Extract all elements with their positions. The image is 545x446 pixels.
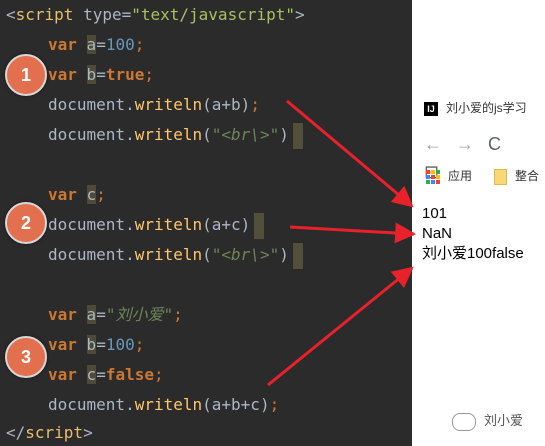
watermark: 刘小爱	[452, 410, 523, 431]
annotation-arrows	[267, 99, 417, 387]
arrow-to-output-3	[267, 266, 414, 387]
arrow-to-output-2	[289, 222, 417, 244]
screenshot-root: <script type="text/javascript"> var a=10…	[0, 0, 545, 446]
wechat-icon	[452, 412, 476, 431]
arrow-to-output-1	[286, 99, 414, 208]
watermark-text: 刘小爱	[484, 413, 524, 428]
